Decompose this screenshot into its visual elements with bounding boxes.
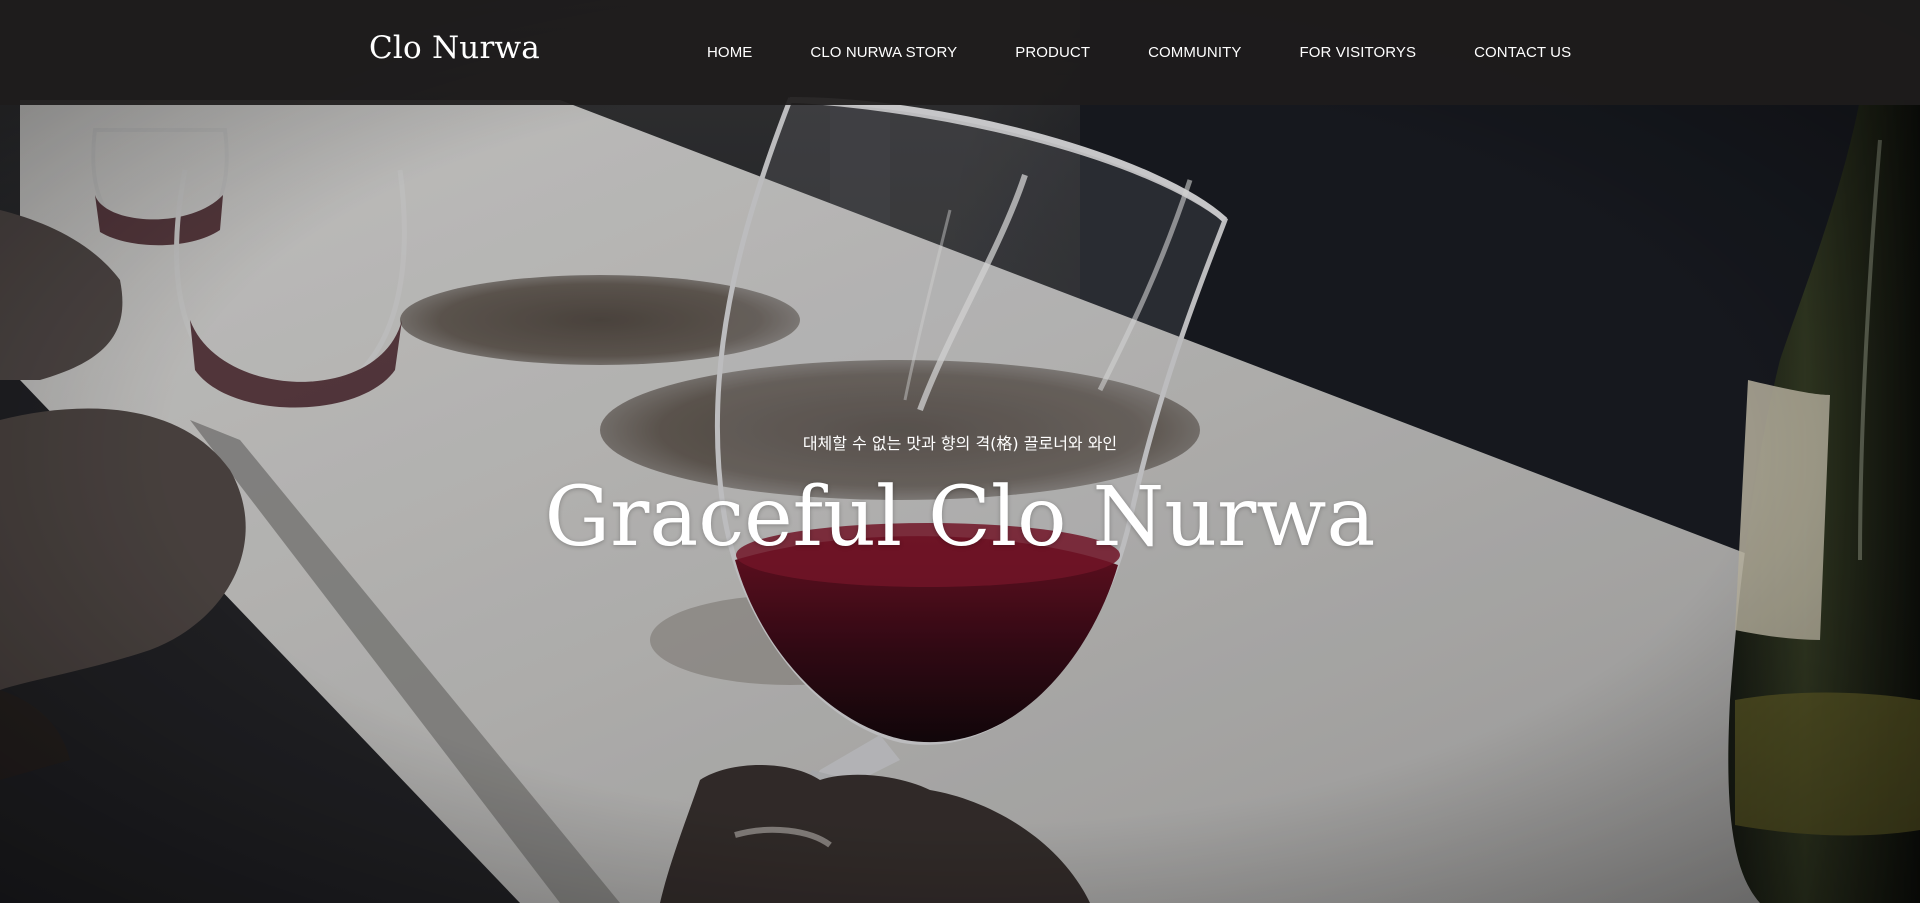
nav-item-home[interactable]: HOME: [707, 44, 752, 61]
nav-item-community[interactable]: COMMUNITY: [1148, 44, 1241, 61]
main-nav: HOME CLO NURWA STORY PRODUCT COMMUNITY F…: [707, 0, 1571, 105]
site-logo[interactable]: Clo Nurwa: [369, 30, 540, 66]
nav-item-contact-us[interactable]: CONTACT US: [1474, 44, 1571, 61]
nav-item-story[interactable]: CLO NURWA STORY: [810, 44, 957, 61]
nav-item-for-visitors[interactable]: FOR VISITORYS: [1299, 44, 1416, 61]
hero-subtitle: 대체할 수 없는 맛과 향의 격(格) 끌로너와 와인: [802, 434, 1118, 453]
hero-title: Graceful Clo Nurwa: [544, 470, 1376, 565]
site-header: Clo Nurwa HOME CLO NURWA STORY PRODUCT C…: [0, 0, 1920, 105]
page: Clo Nurwa HOME CLO NURWA STORY PRODUCT C…: [0, 0, 1920, 903]
nav-item-product[interactable]: PRODUCT: [1015, 44, 1090, 61]
